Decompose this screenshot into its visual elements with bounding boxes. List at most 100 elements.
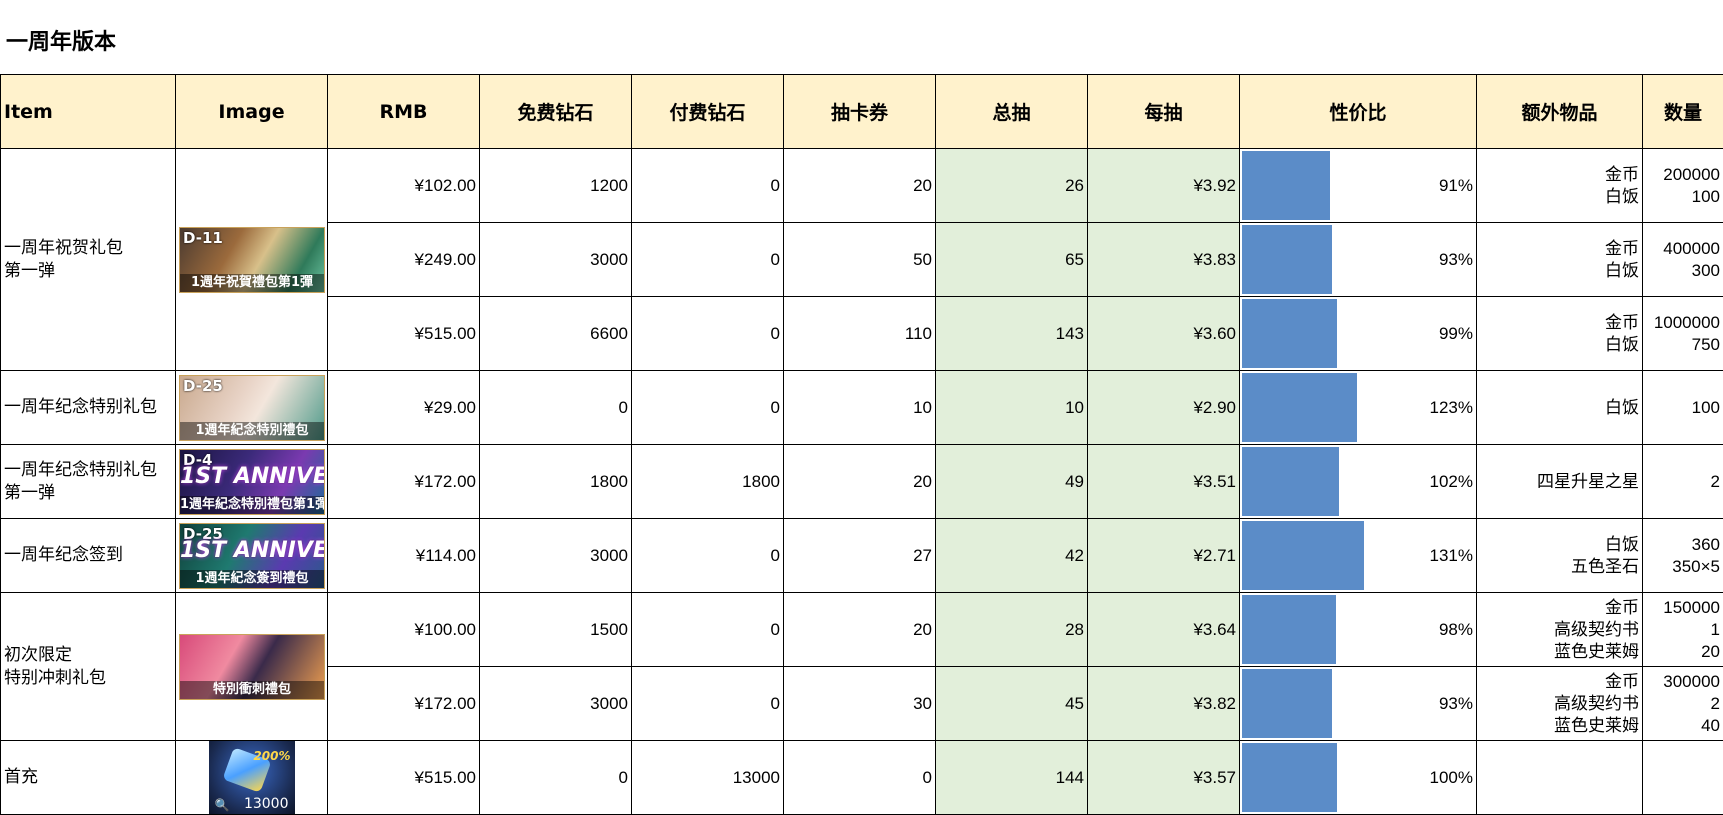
total-pulls-cell[interactable]: 143	[935, 296, 1088, 371]
col-header-value[interactable]: 性价比	[1239, 74, 1477, 149]
per-pull-cell[interactable]: ¥3.57	[1087, 740, 1240, 815]
total-pulls-cell[interactable]: 45	[935, 666, 1088, 741]
per-pull-cell[interactable]: ¥3.83	[1087, 222, 1240, 297]
col-header-total-pulls[interactable]: 总抽	[935, 74, 1088, 149]
extra-items-cell[interactable]: 金币 白饭	[1476, 222, 1643, 297]
quantity-cell[interactable]: 360 350×5	[1642, 518, 1723, 593]
item-image-cell[interactable]: D-41ST ANNIVERSARY1週年紀念特別禮包第1彈	[175, 444, 328, 519]
quantity-cell[interactable]	[1642, 740, 1723, 815]
item-image-cell[interactable]: D-25 1週年紀念特別禮包	[175, 370, 328, 445]
value-bar-cell[interactable]: 98%	[1239, 592, 1477, 667]
rmb-cell[interactable]: ¥515.00	[327, 740, 480, 815]
tickets-cell[interactable]: 30	[783, 666, 936, 741]
first-charge-icon[interactable]: 200% 🔍 13000	[208, 741, 295, 814]
total-pulls-cell[interactable]: 10	[935, 370, 1088, 445]
pack-banner-image[interactable]: D-11 1週年祝賀禮包第1彈	[179, 226, 325, 293]
col-header-per-pull[interactable]: 每抽	[1087, 74, 1240, 149]
col-header-image[interactable]: Image	[175, 74, 328, 149]
col-header-quantity[interactable]: 数量	[1642, 74, 1723, 149]
paid-diamond-cell[interactable]: 0	[631, 666, 784, 741]
quantity-cell[interactable]: 400000 300	[1642, 222, 1723, 297]
total-pulls-cell[interactable]: 49	[935, 444, 1088, 519]
free-diamond-cell[interactable]: 0	[479, 740, 632, 815]
pack-banner-image[interactable]: D-251ST ANNIVERSARY1週年紀念簽到禮包	[179, 522, 325, 589]
extra-items-cell[interactable]	[1476, 740, 1643, 815]
pack-banner-image[interactable]: D-25 1週年紀念特別禮包	[179, 374, 325, 441]
col-header-rmb[interactable]: RMB	[327, 74, 480, 149]
col-header-extra-items[interactable]: 额外物品	[1476, 74, 1643, 149]
extra-items-cell[interactable]: 白饭 五色圣石	[1476, 518, 1643, 593]
item-name-cell[interactable]: 一周年纪念特别礼包 第一弹	[0, 444, 176, 519]
quantity-cell[interactable]: 300000 2 40	[1642, 666, 1723, 741]
paid-diamond-cell[interactable]: 0	[631, 222, 784, 297]
free-diamond-cell[interactable]: 0	[479, 370, 632, 445]
per-pull-cell[interactable]: ¥3.60	[1087, 296, 1240, 371]
paid-diamond-cell[interactable]: 0	[631, 518, 784, 593]
per-pull-cell[interactable]: ¥3.92	[1087, 148, 1240, 223]
quantity-cell[interactable]: 200000 100	[1642, 148, 1723, 223]
paid-diamond-cell[interactable]: 0	[631, 296, 784, 371]
paid-diamond-cell[interactable]: 1800	[631, 444, 784, 519]
free-diamond-cell[interactable]: 1500	[479, 592, 632, 667]
value-bar-cell[interactable]: 91%	[1239, 148, 1477, 223]
total-pulls-cell[interactable]: 144	[935, 740, 1088, 815]
paid-diamond-cell[interactable]: 0	[631, 148, 784, 223]
quantity-cell[interactable]: 2	[1642, 444, 1723, 519]
tickets-cell[interactable]: 50	[783, 222, 936, 297]
free-diamond-cell[interactable]: 6600	[479, 296, 632, 371]
free-diamond-cell[interactable]: 1800	[479, 444, 632, 519]
value-bar-cell[interactable]: 93%	[1239, 222, 1477, 297]
free-diamond-cell[interactable]: 1200	[479, 148, 632, 223]
tickets-cell[interactable]: 10	[783, 370, 936, 445]
tickets-cell[interactable]: 0	[783, 740, 936, 815]
free-diamond-cell[interactable]: 3000	[479, 666, 632, 741]
value-bar-cell[interactable]: 123%	[1239, 370, 1477, 445]
col-header-free-diamond[interactable]: 免费钻石	[479, 74, 632, 149]
tickets-cell[interactable]: 110	[783, 296, 936, 371]
value-bar-cell[interactable]: 93%	[1239, 666, 1477, 741]
total-pulls-cell[interactable]: 65	[935, 222, 1088, 297]
quantity-cell[interactable]: 1000000 750	[1642, 296, 1723, 371]
total-pulls-cell[interactable]: 26	[935, 148, 1088, 223]
extra-items-cell[interactable]: 金币 白饭	[1476, 296, 1643, 371]
item-name-cell[interactable]: 一周年纪念特别礼包	[0, 370, 176, 445]
quantity-cell[interactable]: 150000 1 20	[1642, 592, 1723, 667]
value-bar-cell[interactable]: 102%	[1239, 444, 1477, 519]
item-image-cell[interactable]: D-251ST ANNIVERSARY1週年紀念簽到禮包	[175, 518, 328, 593]
rmb-cell[interactable]: ¥114.00	[327, 518, 480, 593]
pack-banner-image[interactable]: 特別衝刺禮包	[179, 633, 325, 700]
value-bar-cell[interactable]: 99%	[1239, 296, 1477, 371]
rmb-cell[interactable]: ¥100.00	[327, 592, 480, 667]
value-bar-cell[interactable]: 100%	[1239, 740, 1477, 815]
rmb-cell[interactable]: ¥172.00	[327, 666, 480, 741]
tickets-cell[interactable]: 20	[783, 148, 936, 223]
item-image-cell[interactable]: 特別衝刺禮包	[175, 592, 328, 741]
extra-items-cell[interactable]: 金币 白饭	[1476, 148, 1643, 223]
rmb-cell[interactable]: ¥172.00	[327, 444, 480, 519]
rmb-cell[interactable]: ¥29.00	[327, 370, 480, 445]
rmb-cell[interactable]: ¥249.00	[327, 222, 480, 297]
per-pull-cell[interactable]: ¥2.90	[1087, 370, 1240, 445]
tickets-cell[interactable]: 20	[783, 444, 936, 519]
pack-banner-image[interactable]: D-41ST ANNIVERSARY1週年紀念特別禮包第1彈	[179, 448, 325, 515]
item-name-cell[interactable]: 初次限定 特别冲刺礼包	[0, 592, 176, 741]
tickets-cell[interactable]: 20	[783, 592, 936, 667]
paid-diamond-cell[interactable]: 0	[631, 592, 784, 667]
paid-diamond-cell[interactable]: 13000	[631, 740, 784, 815]
extra-items-cell[interactable]: 金币 高级契约书 蓝色史莱姆	[1476, 666, 1643, 741]
total-pulls-cell[interactable]: 28	[935, 592, 1088, 667]
col-header-paid-diamond[interactable]: 付费钻石	[631, 74, 784, 149]
extra-items-cell[interactable]: 金币 高级契约书 蓝色史莱姆	[1476, 592, 1643, 667]
item-image-cell[interactable]: 200% 🔍 13000	[175, 740, 328, 815]
tickets-cell[interactable]: 27	[783, 518, 936, 593]
col-header-tickets[interactable]: 抽卡券	[783, 74, 936, 149]
col-header-item[interactable]: Item	[0, 74, 176, 149]
per-pull-cell[interactable]: ¥3.82	[1087, 666, 1240, 741]
total-pulls-cell[interactable]: 42	[935, 518, 1088, 593]
free-diamond-cell[interactable]: 3000	[479, 518, 632, 593]
item-name-cell[interactable]: 一周年祝贺礼包 第一弹	[0, 148, 176, 371]
rmb-cell[interactable]: ¥102.00	[327, 148, 480, 223]
per-pull-cell[interactable]: ¥3.64	[1087, 592, 1240, 667]
per-pull-cell[interactable]: ¥2.71	[1087, 518, 1240, 593]
item-name-cell[interactable]: 首充	[0, 740, 176, 815]
